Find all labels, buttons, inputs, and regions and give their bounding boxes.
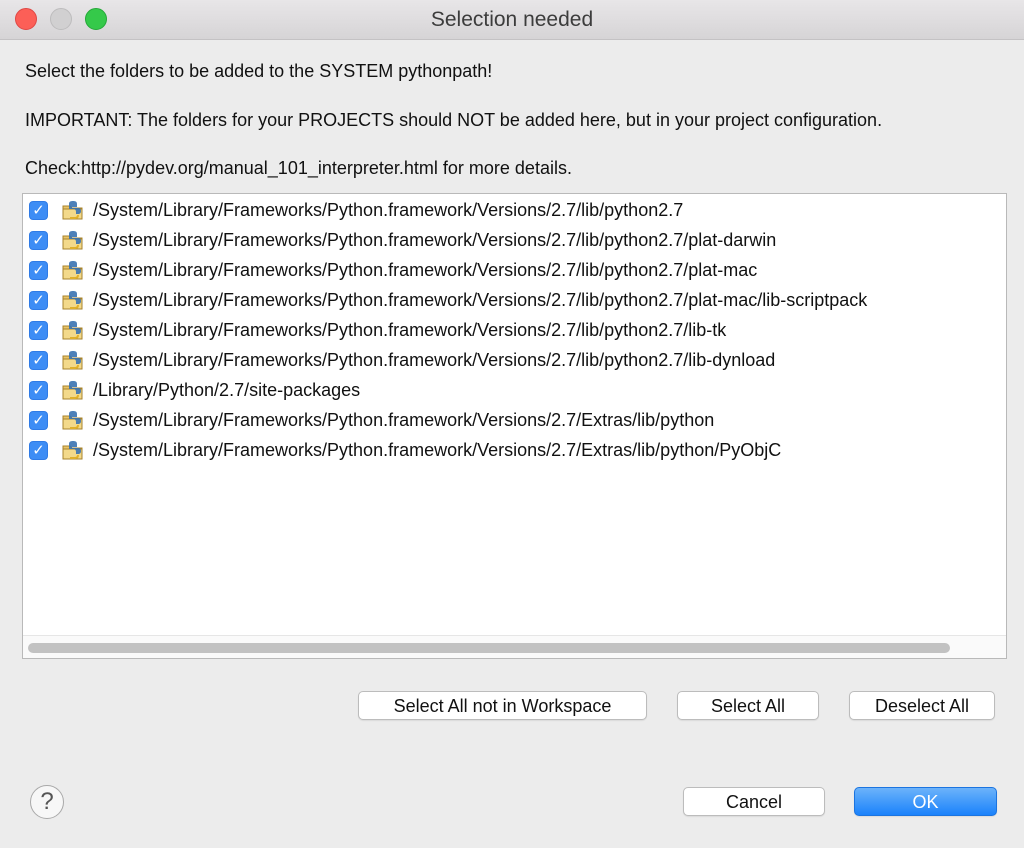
- folder-path: /System/Library/Frameworks/Python.framew…: [93, 200, 684, 220]
- ok-button[interactable]: OK: [854, 787, 997, 816]
- list-item[interactable]: ✓ /System/Library/Frameworks/Python.frame…: [23, 196, 1006, 226]
- list-item[interactable]: ✓ /Library/Python/2.7/site-packages: [23, 376, 1006, 406]
- checkbox[interactable]: ✓: [29, 351, 48, 370]
- folder-path: /System/Library/Frameworks/Python.framew…: [93, 320, 727, 340]
- folder-path: /System/Library/Frameworks/Python.framew…: [93, 260, 758, 280]
- folder-list[interactable]: ✓ /System/Library/Frameworks/Python.frame…: [22, 193, 1007, 659]
- list-item[interactable]: ✓ /System/Library/Frameworks/Python.frame…: [23, 226, 1006, 256]
- cancel-button[interactable]: Cancel: [683, 787, 825, 816]
- checkbox[interactable]: ✓: [29, 381, 48, 400]
- select-all-not-in-workspace-button[interactable]: Select All not in Workspace: [358, 691, 647, 720]
- checkbox[interactable]: ✓: [29, 441, 48, 460]
- checkbox[interactable]: ✓: [29, 231, 48, 250]
- folder-path: /System/Library/Frameworks/Python.framew…: [93, 350, 776, 370]
- list-item[interactable]: ✓ /System/Library/Frameworks/Python.frame…: [23, 406, 1006, 436]
- python-folder-icon: [62, 411, 83, 430]
- python-folder-icon: [62, 351, 83, 370]
- dialog-window: Selection needed Select the folders to b…: [0, 0, 1024, 848]
- instruction-text: Select the folders to be added to the SY…: [25, 61, 493, 81]
- important-text: IMPORTANT: The folders for your PROJECTS…: [25, 110, 883, 130]
- horizontal-scrollbar[interactable]: [23, 635, 1006, 658]
- list-item[interactable]: ✓ /System/Library/Frameworks/Python.frame…: [23, 436, 1006, 466]
- folder-path: /System/Library/Frameworks/Python.framew…: [93, 290, 868, 310]
- list-item[interactable]: ✓ /System/Library/Frameworks/Python.frame…: [23, 346, 1006, 376]
- checkbox[interactable]: ✓: [29, 201, 48, 220]
- checkbox[interactable]: ✓: [29, 261, 48, 280]
- folder-path: /System/Library/Frameworks/Python.framew…: [93, 230, 777, 250]
- window-title: Selection needed: [430, 8, 594, 31]
- folder-path: /System/Library/Frameworks/Python.framew…: [93, 410, 715, 430]
- python-folder-icon: [62, 441, 83, 460]
- python-folder-icon: [62, 261, 83, 280]
- checkbox[interactable]: ✓: [29, 291, 48, 310]
- title-bar: Selection needed: [0, 0, 1024, 40]
- select-all-button[interactable]: Select All: [677, 691, 819, 720]
- list-item[interactable]: ✓ /System/Library/Frameworks/Python.frame…: [23, 316, 1006, 346]
- help-icon[interactable]: ?: [30, 785, 64, 819]
- list-item[interactable]: ✓ /System/Library/Frameworks/Python.frame…: [23, 286, 1006, 316]
- python-folder-icon: [62, 201, 83, 220]
- scrollbar-thumb[interactable]: [28, 643, 950, 653]
- python-folder-icon: [62, 291, 83, 310]
- folder-path: /Library/Python/2.7/site-packages: [93, 380, 361, 400]
- deselect-all-button[interactable]: Deselect All: [849, 691, 995, 720]
- checkbox[interactable]: ✓: [29, 411, 48, 430]
- checkbox[interactable]: ✓: [29, 321, 48, 340]
- python-folder-icon: [62, 381, 83, 400]
- list-item[interactable]: ✓ /System/Library/Frameworks/Python.frame…: [23, 256, 1006, 286]
- python-folder-icon: [62, 321, 83, 340]
- details-link-text: Check:http://pydev.org/manual_101_interp…: [25, 158, 572, 178]
- folder-path: /System/Library/Frameworks/Python.framew…: [93, 440, 782, 460]
- python-folder-icon: [62, 231, 83, 250]
